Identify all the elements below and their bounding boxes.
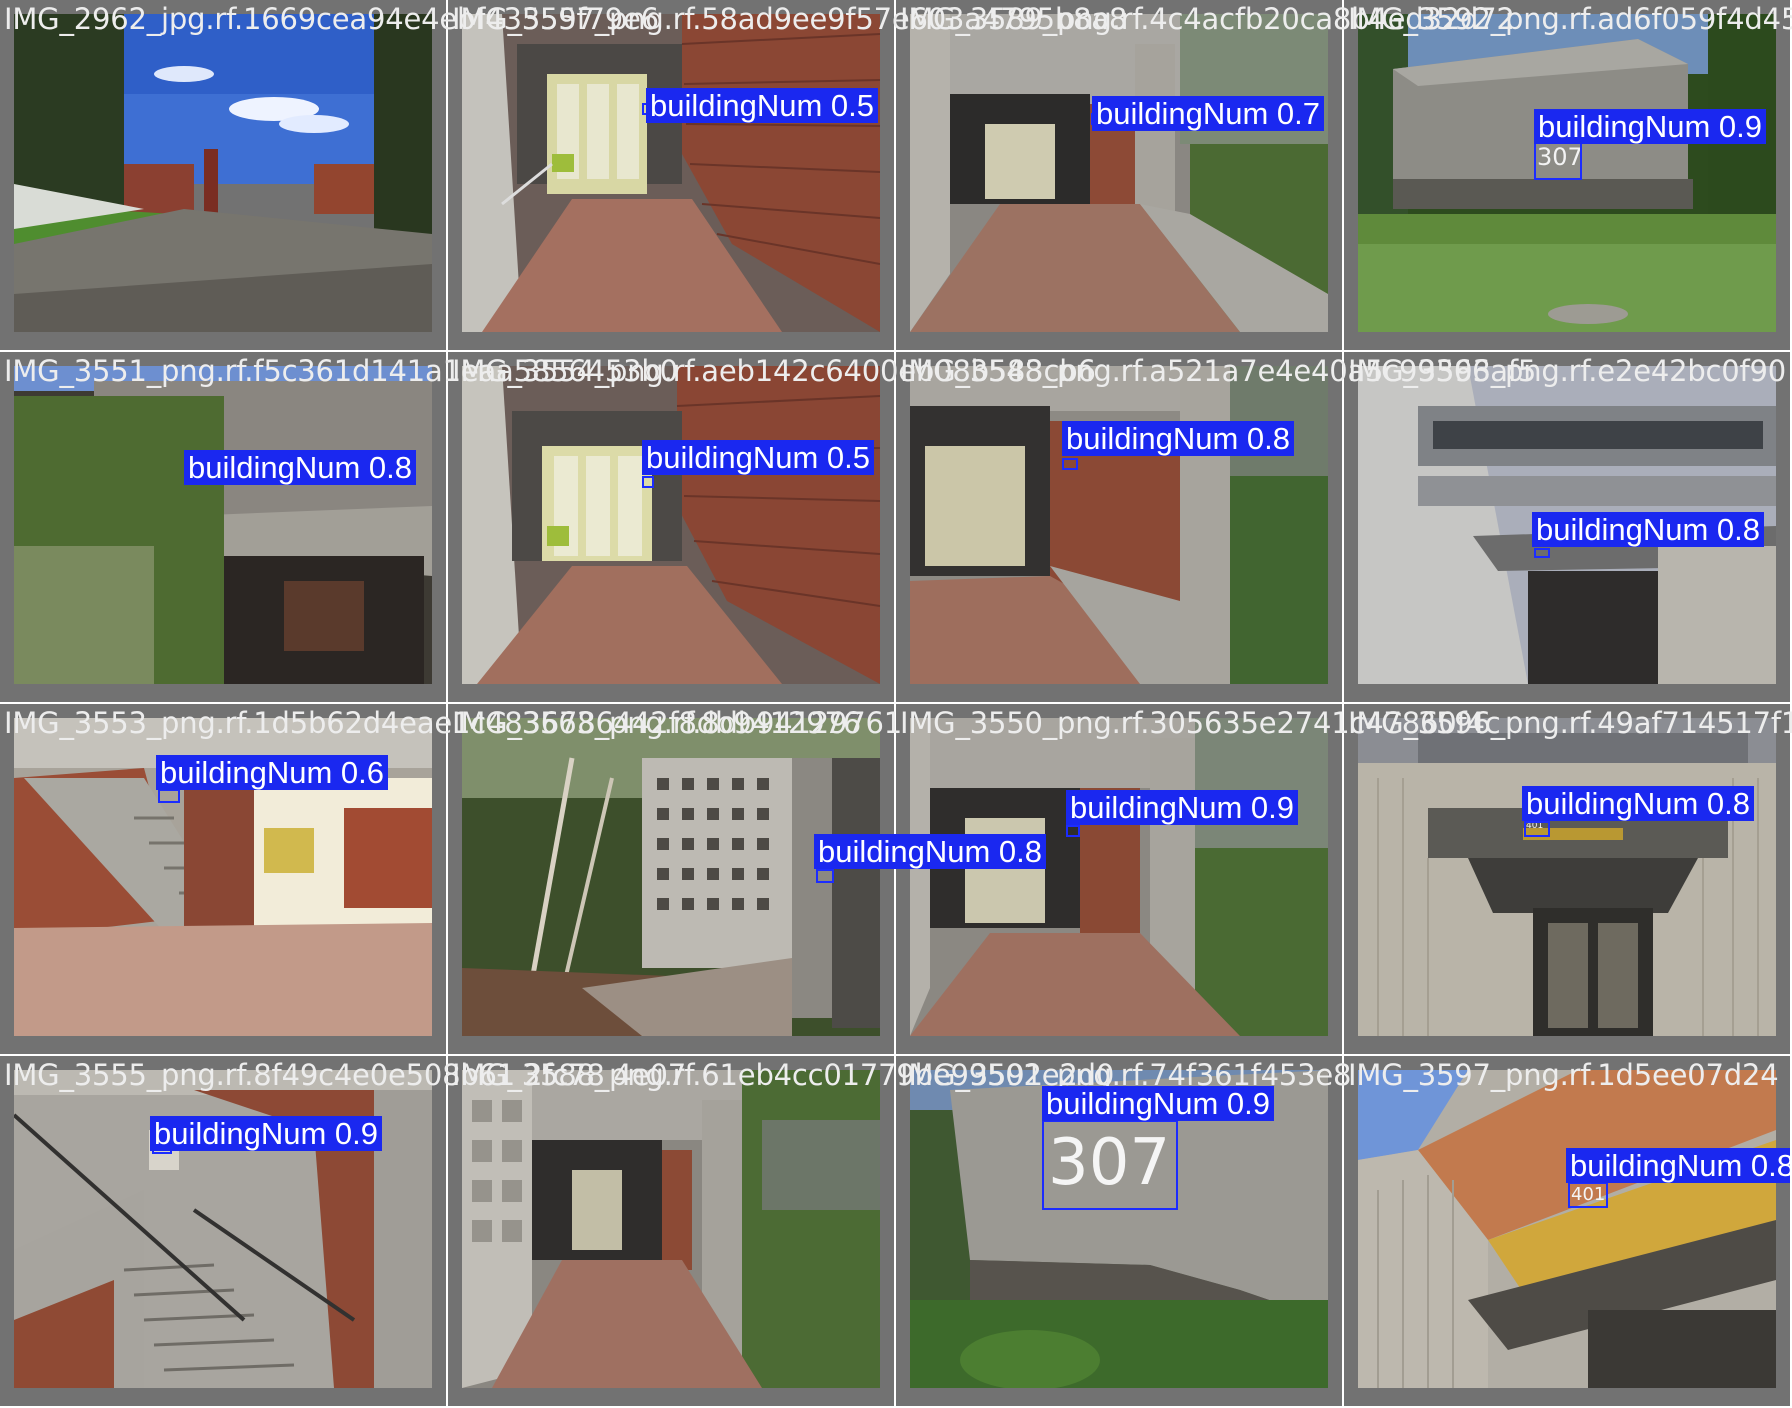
photo-covered-walkway-2	[910, 718, 1328, 1036]
tile-9[interactable]: IMG_3553_png.rf.1d5b62d4eae1c4836786442f…	[0, 704, 861, 1056]
tile-16[interactable]: IMG_3597_png.rf.1d5ee07d24 401 buildingN…	[1344, 1056, 1792, 1408]
tile-5[interactable]: IMG_3551_png.rf.f5c361d141a1eaa5856453b0…	[0, 352, 678, 704]
tile-1[interactable]: IMG_2962_jpg.rf.1669cea94e4ebf43559f79e6	[0, 0, 659, 352]
detection-label: buildingNum 0.8	[1532, 512, 1765, 547]
detection-box[interactable]	[1062, 458, 1078, 470]
detection-label: buildingNum 0.5	[646, 88, 879, 123]
photo-covered-entrance	[910, 366, 1328, 684]
detection-label: buildingNum 0.9	[1066, 790, 1299, 825]
detection-label: buildingNum 0.8	[184, 450, 417, 485]
detection-box[interactable]	[1534, 548, 1550, 558]
photo-long-corridor	[462, 1070, 880, 1388]
detection-label: buildingNum 0.9	[1534, 109, 1767, 144]
tile-2[interactable]: IMG_3557_png.rf.58ad9ee9f57e603a4795b8a8…	[448, 0, 1127, 352]
tile-4[interactable]: IMG_3592_png.rf.ad6f059f4d45 307 buildin…	[1344, 0, 1792, 352]
photo-facade-401	[1358, 1070, 1776, 1388]
detection-box[interactable]	[1066, 825, 1080, 837]
detection-box[interactable]	[158, 789, 180, 803]
tile-15[interactable]: IMG_3591_png.rf.74f361f453e8 307 buildin…	[896, 1056, 1351, 1408]
tile-7[interactable]: IMG_3548_png.rf.a521a7e4e40a5c99366af5 b…	[896, 352, 1536, 704]
detection-label: buildingNum 0.9	[1042, 1086, 1275, 1121]
photo-entrance-401	[1358, 718, 1776, 1036]
photo-glass-entrance-2	[462, 366, 880, 684]
detection-label: buildingNum 0.8	[1522, 786, 1755, 821]
tile-11[interactable]: IMG_3550_png.rf.305635e2741c47860f4c bui…	[896, 704, 1501, 1056]
tile-8[interactable]: IMG_3593_png.rf.e2e42bc0f90 buildingNum …	[1344, 352, 1792, 704]
detection-box[interactable]	[816, 869, 834, 883]
photo-underpass	[14, 366, 432, 684]
detection-label: buildingNum 0.8	[1566, 1148, 1790, 1183]
detection-label: buildingNum 0.8	[814, 834, 1047, 869]
detection-label: buildingNum 0.5	[642, 440, 875, 475]
tile-12[interactable]: IMG_3596_png.rf.49af714517f1 401 buildin…	[1344, 704, 1792, 1056]
tile-10[interactable]: IMG_3563_png.rf.8db94129761 buildingNum …	[448, 704, 1047, 1056]
photo-glass-entrance	[462, 14, 880, 332]
detection-box[interactable]	[1524, 821, 1550, 837]
detection-label: buildingNum 0.7	[1092, 96, 1325, 131]
detection-box[interactable]	[1042, 1120, 1178, 1210]
detection-label: buildingNum 0.6	[156, 755, 389, 790]
detection-box[interactable]	[1568, 1182, 1608, 1208]
tile-3[interactable]: IMG_3589_png.rf.4c4acfb20ca8b4ed32d72 bu…	[896, 0, 1515, 352]
tile-14[interactable]: IMG_3588_png.rf.61eb4cc01779be99502e2d0	[448, 1056, 1114, 1408]
detection-box[interactable]	[642, 476, 654, 488]
detection-box[interactable]	[1534, 140, 1582, 180]
photo-covered-walkway	[910, 14, 1328, 332]
tile-6[interactable]: IMG_3554_png.rf.aeb142c6400eb08b583cb6 b…	[448, 352, 1096, 704]
detection-mosaic: IMG_2962_jpg.rf.1669cea94e4ebf43559f79e6	[0, 0, 1792, 1408]
photo-campus-road	[14, 14, 432, 332]
tile-13[interactable]: IMG_3555_png.rf.8f49c4e0e508b61 2fc78 4e…	[0, 1056, 686, 1408]
detection-label: buildingNum 0.8	[1062, 421, 1295, 456]
detection-label: buildingNum 0.9	[150, 1116, 383, 1151]
